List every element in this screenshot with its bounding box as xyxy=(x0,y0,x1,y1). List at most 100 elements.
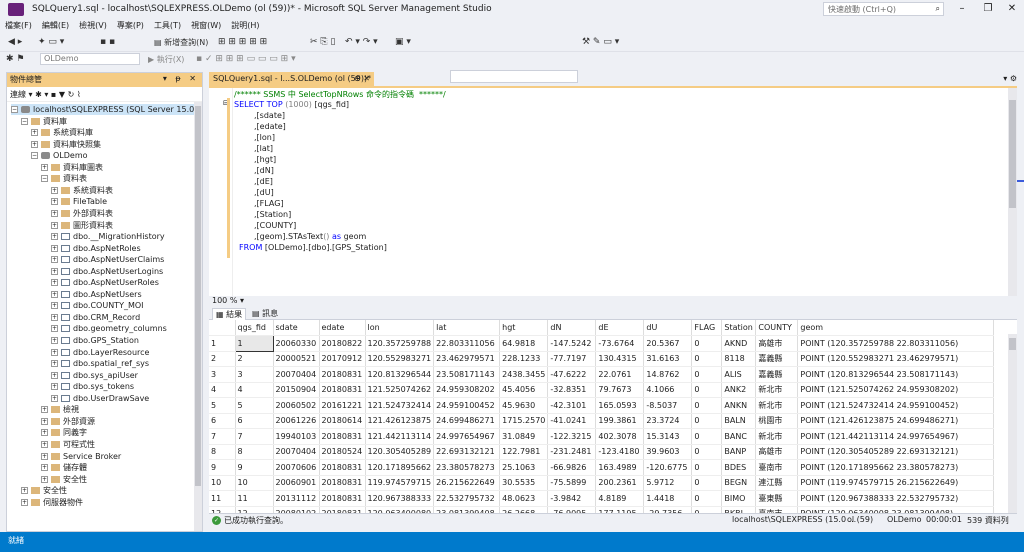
column-header[interactable]: qgs_fid xyxy=(235,320,274,336)
grid-cell[interactable]: 8118 xyxy=(721,351,757,367)
close-button[interactable]: ✕ xyxy=(1002,2,1022,16)
grid-cell[interactable]: POINT (121.426123875 24.699486271) xyxy=(797,413,995,429)
grid-cell[interactable]: 22.532795732 xyxy=(433,490,501,507)
grid-cell[interactable]: -75.5899 xyxy=(547,475,597,491)
grid-cell[interactable]: 31.0849 xyxy=(499,428,549,445)
grid-cell[interactable]: -47.6222 xyxy=(547,366,597,383)
grid-cell[interactable]: -77.7197 xyxy=(547,351,597,367)
column-header[interactable]: dN xyxy=(547,320,597,336)
tree-node[interactable]: + dbo.CRM_Record xyxy=(51,312,140,323)
grid-cell[interactable]: POINT (120.552983271 23.462979571) xyxy=(797,351,995,367)
grid-cell[interactable]: 4 xyxy=(235,382,274,398)
grid-cell[interactable]: 0 xyxy=(691,413,723,429)
expand-icon[interactable]: + xyxy=(51,337,58,344)
tree-node[interactable]: + 檢視 xyxy=(41,404,79,415)
expand-icon[interactable]: + xyxy=(41,464,48,472)
tab-close-icon[interactable]: ⊕ ✕ xyxy=(354,74,370,83)
grid-cell[interactable]: -120.6775 xyxy=(643,459,693,476)
grid-cell[interactable]: 24.959308202 xyxy=(433,382,501,398)
grid-cell[interactable]: 24.699486271 xyxy=(433,413,501,429)
table-row[interactable]: 8 8 20070404 20180524 120.305405289 22.693132… xyxy=(209,444,995,460)
grid-cell[interactable]: 39.9603 xyxy=(643,444,693,460)
expand-icon[interactable]: + xyxy=(51,383,58,391)
table-row[interactable]: 4 4 20150904 20180831 121.525074262 24.959308… xyxy=(209,382,995,398)
row-number[interactable]: 11 xyxy=(209,490,236,507)
tree-node[interactable]: − 資料表 xyxy=(41,173,87,184)
tree-node[interactable]: + dbo.sys_tokens xyxy=(51,381,134,392)
expand-icon[interactable]: + xyxy=(51,371,58,379)
cut-copy-paste-icons[interactable]: ✂ ⎘ ▯ xyxy=(310,36,335,49)
grid-cell[interactable]: POINT (120.357259788 22.803311056) xyxy=(797,335,995,352)
tab-overflow-icon[interactable]: ▾ ⚙ xyxy=(1003,74,1017,83)
quick-launch-input[interactable]: 快速啟動 (Ctrl+Q) ⌕ xyxy=(823,2,944,16)
tree-node[interactable]: + dbo.geometry_columns xyxy=(51,323,167,334)
table-row[interactable]: 2 2 20000521 20170912 120.552983271 23.462979… xyxy=(209,351,995,367)
expand-icon[interactable]: + xyxy=(51,302,58,310)
expand-icon[interactable]: + xyxy=(41,406,48,414)
filter-icons[interactable]: ✱ ▾ ▪ ▼ ↻ ⌇ xyxy=(35,90,81,99)
grid-cell[interactable]: -76.9095 xyxy=(547,506,597,513)
grid-cell[interactable]: POINT (119.974579715 26.215622649) xyxy=(797,475,995,491)
grid-cell[interactable]: BDES xyxy=(721,459,757,476)
grid-cell[interactable]: -42.3101 xyxy=(547,397,597,414)
tree-node[interactable]: + 儲存體 xyxy=(41,462,87,473)
grid-cell[interactable]: 25.1063 xyxy=(499,459,549,476)
expand-icon[interactable]: + xyxy=(51,256,58,264)
grid-cell[interactable]: 20000521 xyxy=(273,351,320,367)
grid-cell[interactable]: 20180831 xyxy=(319,475,366,491)
grid-cell[interactable]: 64.9818 xyxy=(499,335,549,352)
grid-cell[interactable]: 31.6163 xyxy=(643,351,693,367)
expand-icon[interactable]: + xyxy=(51,394,58,402)
grid-cell[interactable]: 79.7673 xyxy=(595,382,645,398)
grid-cell[interactable]: 14.8762 xyxy=(643,366,693,383)
grid-cell[interactable]: -66.9826 xyxy=(547,459,597,476)
expand-icon[interactable]: + xyxy=(51,198,58,206)
grid-cell[interactable]: 20080102 xyxy=(273,506,320,513)
grid-cell[interactable]: 7 xyxy=(235,428,274,445)
grid-cell[interactable]: 20180831 xyxy=(319,490,366,507)
grid-cell[interactable]: -73.6764 xyxy=(595,335,645,352)
expand-icon[interactable]: + xyxy=(51,244,58,252)
grid-cell[interactable]: 8 xyxy=(235,444,274,460)
row-number[interactable]: 6 xyxy=(209,413,236,429)
tree-node[interactable]: + 安全性 xyxy=(41,474,87,485)
grid-cell[interactable]: 4.1066 xyxy=(643,382,693,398)
tree-node[interactable]: + 系統資料表 xyxy=(51,185,113,196)
grid-cell[interactable]: 22.693132121 xyxy=(433,444,501,460)
row-number[interactable]: 2 xyxy=(209,351,236,367)
tree-node[interactable]: + 資料庫快照集 xyxy=(31,139,101,150)
tree-node[interactable]: + Service Broker xyxy=(41,451,121,462)
collapse-icon[interactable]: − xyxy=(21,117,28,125)
tree-scrollbar[interactable] xyxy=(194,102,202,531)
expand-icon[interactable]: + xyxy=(51,186,58,194)
back-icon[interactable]: ◀ ▸ xyxy=(8,36,22,49)
grid-cell[interactable]: 177.1195 xyxy=(595,506,645,513)
tree-node[interactable]: + dbo.AspNetUserClaims xyxy=(51,254,164,265)
expand-icon[interactable]: + xyxy=(51,221,58,229)
grid-cell[interactable]: POINT (120.967388333 22.532795732) xyxy=(797,490,995,507)
grid-cell[interactable]: 0 xyxy=(691,490,723,507)
grid-cell[interactable]: 0 xyxy=(691,366,723,383)
grid-cell[interactable]: 20161221 xyxy=(319,397,366,414)
grid-cell[interactable]: 1.4418 xyxy=(643,490,693,507)
grid-cell[interactable]: 23.3724 xyxy=(643,413,693,429)
grid-cell[interactable]: BANC xyxy=(721,428,757,445)
tree-node[interactable]: + 伺服器物件 xyxy=(21,497,83,508)
grid-cell[interactable]: -122.3215 xyxy=(547,428,597,445)
grid-cell[interactable]: 30.5535 xyxy=(499,475,549,491)
grid-cell[interactable]: -41.0241 xyxy=(547,413,597,429)
save-icon[interactable]: ▪ ▪ xyxy=(100,36,115,49)
grid-cell[interactable]: 20070606 xyxy=(273,459,320,476)
grid-cell[interactable]: 20180831 xyxy=(319,366,366,383)
grid-cell[interactable]: BALN xyxy=(721,413,757,429)
expand-icon[interactable]: + xyxy=(41,452,48,460)
grid-cell[interactable]: 23.081399408 xyxy=(433,506,501,513)
grid-cell[interactable]: 20150904 xyxy=(273,382,320,398)
tree-node[interactable]: + 同義字 xyxy=(41,427,87,438)
collapse-icon[interactable]: − xyxy=(41,175,48,183)
column-header[interactable]: FLAG xyxy=(691,320,723,336)
row-number[interactable]: 12 xyxy=(209,506,236,513)
grid-cell[interactable]: 5.9712 xyxy=(643,475,693,491)
menu-file[interactable]: 檔案(F) xyxy=(0,19,37,32)
minimize-button[interactable]: – xyxy=(952,2,972,16)
